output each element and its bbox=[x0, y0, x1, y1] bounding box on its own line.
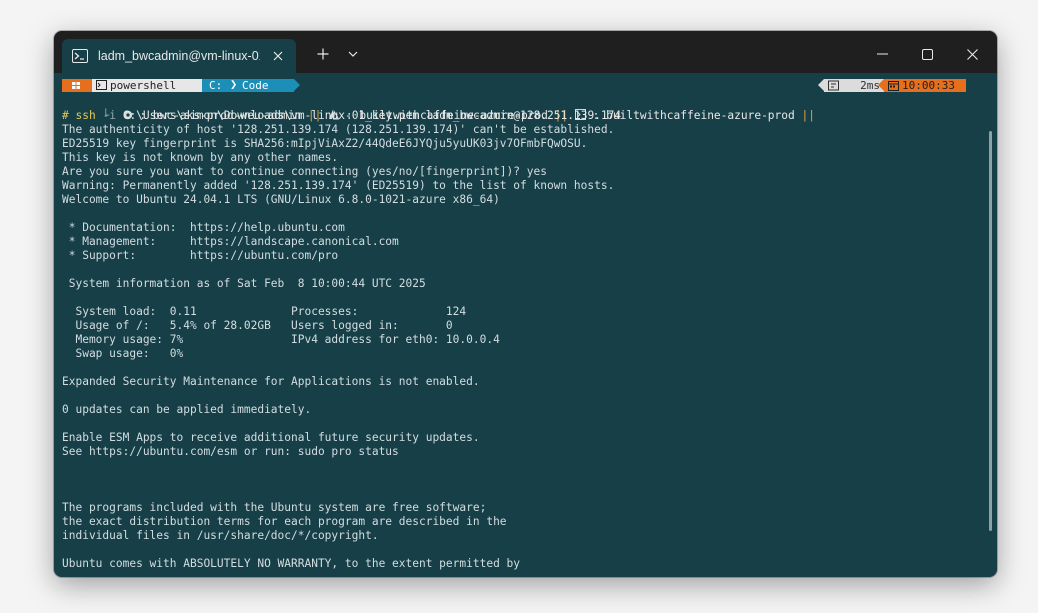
plus-icon bbox=[317, 48, 329, 60]
path-segment: ❯ Code bbox=[228, 77, 294, 92]
command-flag: -i bbox=[102, 109, 116, 122]
output-line: The authenticity of host '128.251.139.17… bbox=[62, 123, 615, 136]
path-label: Code bbox=[242, 79, 269, 92]
command-name: ssh bbox=[75, 109, 96, 122]
drive-label: C: bbox=[209, 79, 223, 92]
close-window-button[interactable] bbox=[952, 39, 992, 69]
calendar-icon bbox=[888, 80, 899, 94]
tab-close-icon[interactable] bbox=[268, 46, 288, 66]
maximize-icon bbox=[921, 48, 933, 60]
output-line: Expanded Security Maintenance for Applic… bbox=[62, 375, 480, 388]
powershell-icon bbox=[72, 48, 88, 64]
output-line: ED25519 key fingerprint is SHA256:mIpjVi… bbox=[62, 137, 588, 150]
minimize-button[interactable] bbox=[862, 39, 902, 69]
output-line: individual files in /usr/share/doc/*/cop… bbox=[62, 529, 379, 542]
output-line: The programs included with the Ubuntu sy… bbox=[62, 501, 487, 514]
output-line: Enable ESM Apps to receive additional fu… bbox=[62, 431, 480, 444]
command-args: C:\Users\simon\Downloads\vm-linux-01_key… bbox=[122, 109, 622, 122]
azure-account: builtwithcaffeine-azure-prod bbox=[606, 109, 795, 122]
output-line: Usage of /: 5.4% of 28.02GB Users logged… bbox=[62, 319, 453, 332]
output-line: Warning: Permanently added '128.251.139.… bbox=[62, 179, 615, 192]
terminal-icon bbox=[96, 80, 107, 93]
clock-time: 10:00:33 bbox=[902, 79, 955, 92]
title-bar: ladm_bwcadmin@vm-linux-01 bbox=[54, 31, 997, 73]
path-chevron: ❯ bbox=[230, 77, 238, 91]
prompt-hash: # bbox=[62, 109, 69, 122]
output-line: Welcome to Ubuntu 24.04.1 LTS (GNU/Linux… bbox=[62, 193, 500, 206]
output-line: System load: 0.11 Processes: 124 bbox=[62, 305, 467, 318]
output-line: 0 updates can be applied immediately. bbox=[62, 403, 312, 416]
segment-separator bbox=[294, 79, 300, 91]
command-line: # ssh -i C:\Users\simon\Downloads\vm-lin… bbox=[62, 109, 621, 123]
output-line: Swap usage: 0% bbox=[62, 347, 184, 360]
output-line: See https://ubuntu.com/esm or run: sudo … bbox=[62, 445, 399, 458]
os-segment bbox=[62, 79, 92, 92]
minimize-icon bbox=[876, 53, 888, 55]
windows-icon bbox=[72, 82, 80, 89]
exec-time-segment: 2ms bbox=[824, 79, 884, 92]
terminal-tab[interactable]: ladm_bwcadmin@vm-linux-01 bbox=[62, 39, 296, 73]
prompt-context-line: └ : bwc-aks-prod-weu-admin || : builtwit… bbox=[102, 109, 815, 122]
new-tab-button[interactable] bbox=[312, 39, 334, 69]
vertical-scrollbar[interactable] bbox=[989, 131, 992, 531]
output-line: Are you sure you want to continue connec… bbox=[62, 165, 547, 178]
terminal-window: ladm_bwcadmin@vm-linux-01 powershell C: … bbox=[54, 31, 997, 577]
output-line: * Support: https://ubuntu.com/pro bbox=[62, 249, 339, 262]
tab-dropdown-button[interactable] bbox=[342, 39, 364, 69]
shell-name: powershell bbox=[110, 79, 177, 92]
clock-segment: 10:00:33 bbox=[884, 79, 966, 92]
tab-title: ladm_bwcadmin@vm-linux-01 bbox=[98, 49, 260, 63]
output-line: This key is not known by any other names… bbox=[62, 151, 339, 164]
terminal-area[interactable]: powershell C: ❯ Code 2ms 10:00:33 └ : bw… bbox=[54, 73, 997, 577]
close-icon bbox=[966, 48, 978, 60]
output-line: Ubuntu comes with ABSOLUTELY NO WARRANTY… bbox=[62, 557, 521, 570]
stopwatch-icon bbox=[828, 80, 839, 94]
drive-segment: C: bbox=[202, 79, 228, 92]
output-line: * Documentation: https://help.ubuntu.com bbox=[62, 221, 345, 234]
chevron-down-icon bbox=[348, 51, 358, 57]
output-line: System information as of Sat Feb 8 10:00… bbox=[62, 277, 426, 290]
output-line: Memory usage: 7% IPv4 address for eth0: … bbox=[62, 333, 500, 346]
maximize-button[interactable] bbox=[907, 39, 947, 69]
output-line: the exact distribution terms for each pr… bbox=[62, 515, 507, 528]
output-line: * Management: https://landscape.canonica… bbox=[62, 235, 399, 248]
shell-segment: powershell bbox=[92, 79, 210, 92]
